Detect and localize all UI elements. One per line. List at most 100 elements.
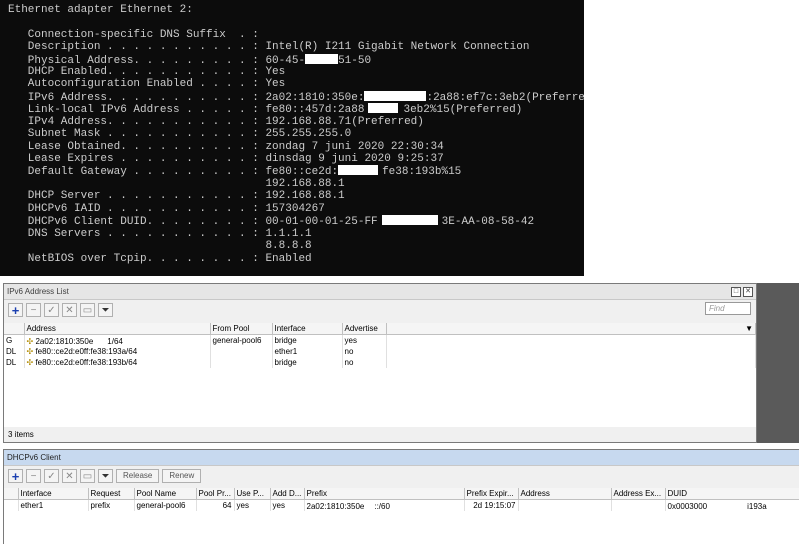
remove-button[interactable]: −: [26, 469, 41, 483]
terminal-line: NetBIOS over Tcpip. . . . . . . . : Enab…: [8, 253, 312, 265]
row-address-expires: [611, 499, 666, 511]
terminal-line: IPv4 Address. . . . . . . . . . . : 192.…: [8, 116, 424, 128]
terminal-line: Physical Address. . . . . . . . . : 60-4…: [8, 54, 372, 67]
row-flag: DL: [4, 357, 25, 368]
table-row[interactable]: DL ✣ fe80::ce2d:e0ff:fe38:193b/64 bridge…: [4, 357, 756, 368]
toolbar: + − ✓ ✕ ▭ ⏷ Release Renew: [4, 466, 799, 486]
renew-button[interactable]: Renew: [162, 469, 202, 483]
column-flag[interactable]: [4, 323, 25, 335]
row-address: ✣ fe80::ce2d:e0ff:fe38:193a/64: [24, 346, 211, 357]
close-button[interactable]: ✕: [743, 286, 753, 297]
column-flag[interactable]: [4, 488, 19, 500]
disable-button[interactable]: ✕: [62, 469, 77, 483]
terminal-text: 51-50: [338, 55, 372, 67]
terminal-text: Link-local IPv6 Address . . . . . : fe80…: [8, 104, 365, 116]
terminal-line: DHCPv6 Client DUID. . . . . . . . : 00-0…: [8, 215, 535, 228]
column-add-default[interactable]: Add D...: [270, 488, 305, 500]
row-address: ✣ fe80::ce2d:e0ff:fe38:193b/64: [24, 357, 211, 368]
column-interface[interactable]: Interface: [272, 323, 343, 335]
enable-button[interactable]: ✓: [44, 303, 59, 317]
window-titlebar[interactable]: IPv6 Address List □ ✕: [4, 284, 756, 300]
comment-button[interactable]: ▭: [80, 469, 95, 483]
add-button[interactable]: +: [8, 303, 23, 318]
toolbar: + − ✓ ✕ ▭ ⏷: [4, 300, 756, 320]
comment-button[interactable]: ▭: [80, 303, 95, 317]
terminal-line: Lease Obtained. . . . . . . . . . : zond…: [8, 141, 444, 153]
command-prompt-output: Ethernet adapter Ethernet 2: Connection-…: [0, 0, 584, 276]
prefix-text: ::/60: [374, 501, 390, 511]
prefix-text: 2a02:1810:350e: [306, 501, 365, 511]
address-icon: ✣: [26, 347, 34, 356]
redaction-box: [381, 215, 438, 225]
redaction-box: [364, 500, 375, 509]
terminal-line: 192.168.88.1: [8, 178, 345, 190]
window-title: DHCPv6 Client: [7, 453, 61, 462]
remove-button[interactable]: −: [26, 303, 41, 317]
row-pool-prefix: 64: [196, 499, 235, 511]
address-icon: ✣: [26, 358, 34, 367]
terminal-line: Link-local IPv6 Address . . . . . : fe80…: [8, 103, 523, 116]
row-advertise: no: [342, 357, 387, 368]
terminal-line: Ethernet adapter Ethernet 2:: [8, 4, 193, 16]
row-prefix-expires: 2d 19:15:07: [464, 499, 519, 511]
terminal-line: DHCP Server . . . . . . . . . . . : 192.…: [8, 190, 345, 202]
column-advertise[interactable]: Advertise: [342, 323, 387, 335]
row-use-peer: yes: [234, 499, 271, 511]
terminal-line: Lease Expires . . . . . . . . . . : dins…: [8, 153, 444, 165]
column-interface[interactable]: Interface: [18, 488, 89, 500]
redaction-box: [93, 335, 108, 344]
terminal-line: Default Gateway . . . . . . . . . : fe80…: [8, 165, 461, 178]
column-use-peer[interactable]: Use P...: [234, 488, 271, 500]
terminal-text: 3E-AA-08-58-42: [441, 216, 535, 228]
terminal-text: Default Gateway . . . . . . . . . : fe80…: [8, 166, 339, 178]
column-prefix-expires[interactable]: Prefix Expir...: [464, 488, 519, 500]
row-pool: [210, 357, 273, 368]
redaction-box: [338, 165, 379, 175]
disable-button[interactable]: ✕: [62, 303, 77, 317]
column-address[interactable]: Address: [518, 488, 612, 500]
column-pool-prefix[interactable]: Pool Pr...: [196, 488, 235, 500]
row-duid: 0x0003000 i193a: [665, 499, 799, 511]
row-address: [518, 499, 612, 511]
column-from-pool[interactable]: From Pool: [210, 323, 273, 335]
background-desktop: [757, 283, 799, 443]
redaction-box: [368, 103, 399, 113]
window-title: IPv6 Address List: [7, 287, 69, 296]
terminal-line: 8.8.8.8: [8, 240, 312, 252]
address-text: 1/64: [107, 336, 123, 346]
column-address[interactable]: Address: [24, 323, 211, 335]
table-row[interactable]: G ✣ 2a02:1810:350e 1/64 general-pool6 bri…: [4, 334, 756, 346]
client-table: Interface Request Pool Name Pool Pr... U…: [4, 488, 799, 511]
table-header: Address From Pool Interface Advertise ▼: [4, 323, 756, 335]
row-interface: bridge: [272, 334, 343, 346]
column-duid[interactable]: DUID: [665, 488, 799, 500]
column-request[interactable]: Request: [88, 488, 135, 500]
window-titlebar[interactable]: DHCPv6 Client: [4, 450, 799, 466]
row-pool: general-pool6: [210, 334, 273, 346]
address-icon: ✣: [26, 336, 34, 346]
row-request: prefix: [88, 499, 135, 511]
table-row[interactable]: DL ✣ fe80::ce2d:e0ff:fe38:193a/64 ether1…: [4, 346, 756, 357]
column-pool-name[interactable]: Pool Name: [134, 488, 197, 500]
duid-text: i193a: [747, 501, 767, 511]
enable-button[interactable]: ✓: [44, 469, 59, 483]
filter-icon[interactable]: ⏷: [98, 303, 113, 317]
maximize-button[interactable]: □: [731, 286, 741, 297]
table-row[interactable]: ether1 prefix general-pool6 64 yes yes 2…: [4, 499, 799, 511]
release-button[interactable]: Release: [116, 469, 160, 483]
row-advertise: no: [342, 346, 387, 357]
column-menu-icon[interactable]: ▼: [386, 323, 756, 335]
row-interface: bridge: [272, 357, 343, 368]
terminal-line: DHCP Enabled. . . . . . . . . . . : Yes: [8, 66, 286, 78]
item-count: 3 items: [8, 430, 34, 439]
column-prefix[interactable]: Prefix: [304, 488, 465, 500]
terminal-line: Connection-specific DNS Suffix . :: [8, 29, 259, 41]
address-text: fe80::ce2d:e0ff:fe38:193b/64: [35, 358, 138, 367]
column-address-expires[interactable]: Address Ex...: [611, 488, 666, 500]
redaction-box: [364, 91, 427, 101]
address-table: Address From Pool Interface Advertise ▼ …: [4, 323, 756, 368]
find-input[interactable]: Find: [705, 302, 751, 315]
filter-icon[interactable]: ⏷: [98, 469, 113, 483]
add-button[interactable]: +: [8, 469, 23, 484]
terminal-text: 3eb2%15(Preferred): [403, 104, 523, 116]
